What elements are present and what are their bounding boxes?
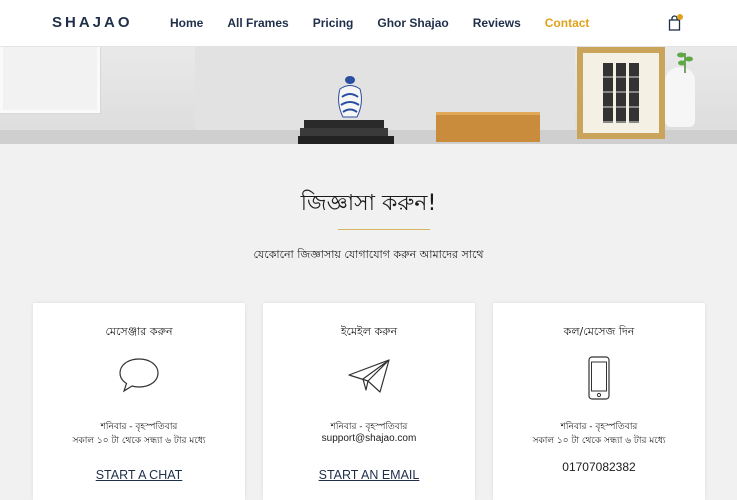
hours-days: শনিবার - বৃহস্পতিবার [560, 422, 638, 432]
book-stack [298, 120, 394, 144]
start-email-link[interactable]: START AN EMAIL [263, 468, 475, 482]
hours-time: সকাল ১০ টা থেকে সন্ধ্যা ৬ টার মধ্যে [532, 436, 666, 446]
plant-decor [677, 52, 693, 73]
call-card: কল/মেসেজ দিন শনিবার - বৃহস্পতিবার সকাল ১… [493, 303, 705, 500]
site-logo[interactable]: SHAJAO [52, 14, 133, 31]
card-title: মেসেঞ্জার করুন [105, 325, 173, 338]
white-vase [665, 67, 695, 127]
nav-home[interactable]: Home [170, 16, 203, 30]
site-header: SHAJAO Home All Frames Pricing Ghor Shaj… [0, 0, 737, 47]
nav-ghor-shajao[interactable]: Ghor Shajao [377, 16, 448, 30]
main-nav: Home All Frames Pricing Ghor Shajao Revi… [170, 16, 613, 30]
wooden-box [436, 112, 540, 142]
chat-bubble-icon [117, 355, 161, 399]
nav-all-frames[interactable]: All Frames [227, 16, 288, 30]
ginger-jar-decor [338, 76, 362, 118]
card-title: ইমেইল করুন [340, 325, 398, 338]
paper-plane-icon [346, 355, 392, 399]
mobile-phone-icon [586, 355, 612, 405]
card-title: কল/মেসেজ দিন [563, 325, 635, 338]
title-divider [338, 229, 430, 230]
start-chat-link[interactable]: START A CHAT [33, 468, 245, 482]
page-title: জিজ্ঞাসা করুন! [300, 191, 437, 216]
nav-contact[interactable]: Contact [545, 16, 590, 30]
photo-frame [577, 47, 665, 139]
messenger-card: মেসেঞ্জার করুন শনিবার - বৃহস্পতিবার সকাল… [33, 303, 245, 500]
hero-banner [0, 47, 737, 144]
hours-days: শনিবার - বৃহস্পতিবার [100, 422, 178, 432]
nav-reviews[interactable]: Reviews [473, 16, 521, 30]
wall-frame [0, 47, 100, 113]
support-email: support@shajao.com [321, 433, 417, 444]
cart-badge [677, 14, 683, 20]
page-subtitle: যেকোনো জিজ্ঞাসায় যোগাযোগ করুন আমাদের সা… [253, 248, 484, 261]
shopping-bag-icon[interactable] [667, 14, 683, 31]
phone-number[interactable]: 01707082382 [493, 460, 705, 474]
hours-time: সকাল ১০ টা থেকে সন্ধ্যা ৬ টার মধ্যে [72, 436, 206, 446]
hours-days: শনিবার - বৃহস্পতিবার [330, 422, 408, 432]
email-card: ইমেইল করুন শনিবার - বৃহস্পতিবার support@… [263, 303, 475, 500]
nav-pricing[interactable]: Pricing [313, 16, 354, 30]
